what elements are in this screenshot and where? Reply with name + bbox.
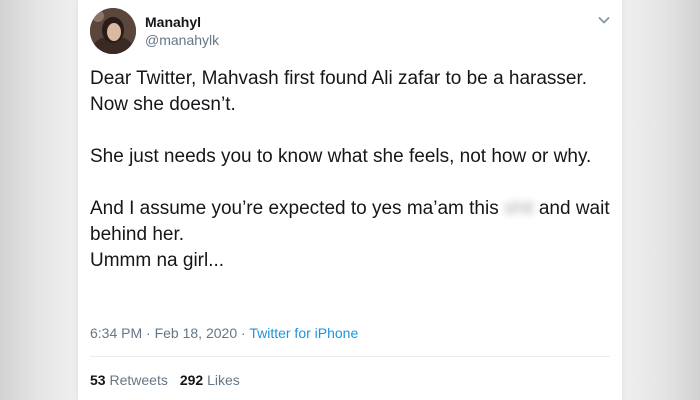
divider [90,356,610,357]
tweet-meta: 6:34 PM · Feb 18, 2020 · Twitter for iPh… [90,325,358,341]
avatar[interactable] [90,8,136,54]
retweets-label: Retweets [109,372,168,388]
tweet-paragraph: Dear Twitter, Mahvash first found Ali za… [90,68,588,115]
tweet-text-segment: Ummm na girl... [90,250,225,271]
tweet-card: Manahyl @manahylk Dear Twitter, Mahvash … [78,0,622,400]
meta-separator: · [237,325,250,341]
tweet-paragraph: She just needs you to know what she feel… [90,146,592,167]
avatar-photo [90,8,136,54]
tweet-time[interactable]: 6:34 PM [90,325,142,341]
retweets-stat[interactable]: 53 Retweets [90,372,168,388]
retweets-count: 53 [90,372,106,388]
blurred-word: shit [503,198,534,219]
likes-stat[interactable]: 292 Likes [180,372,240,388]
tweet-date[interactable]: Feb 18, 2020 [155,325,238,341]
user-handle[interactable]: @manahylk [145,32,219,48]
tweet-text: Dear Twitter, Mahvash first found Ali za… [90,66,610,274]
tweet-source-link[interactable]: Twitter for iPhone [249,325,358,341]
likes-count: 292 [179,372,204,388]
tweet-paragraph: And I assume you’re expected to yes ma’a… [90,196,610,274]
likes-label: Likes [207,372,240,388]
user-name[interactable]: Manahyl [145,14,201,30]
tweet-text-segment: And I assume you’re expected to yes ma’a… [90,198,504,219]
meta-separator: · [142,325,155,341]
chevron-down-icon[interactable] [596,12,612,28]
tweet-stats: 53 Retweets 292 Likes [90,372,240,388]
